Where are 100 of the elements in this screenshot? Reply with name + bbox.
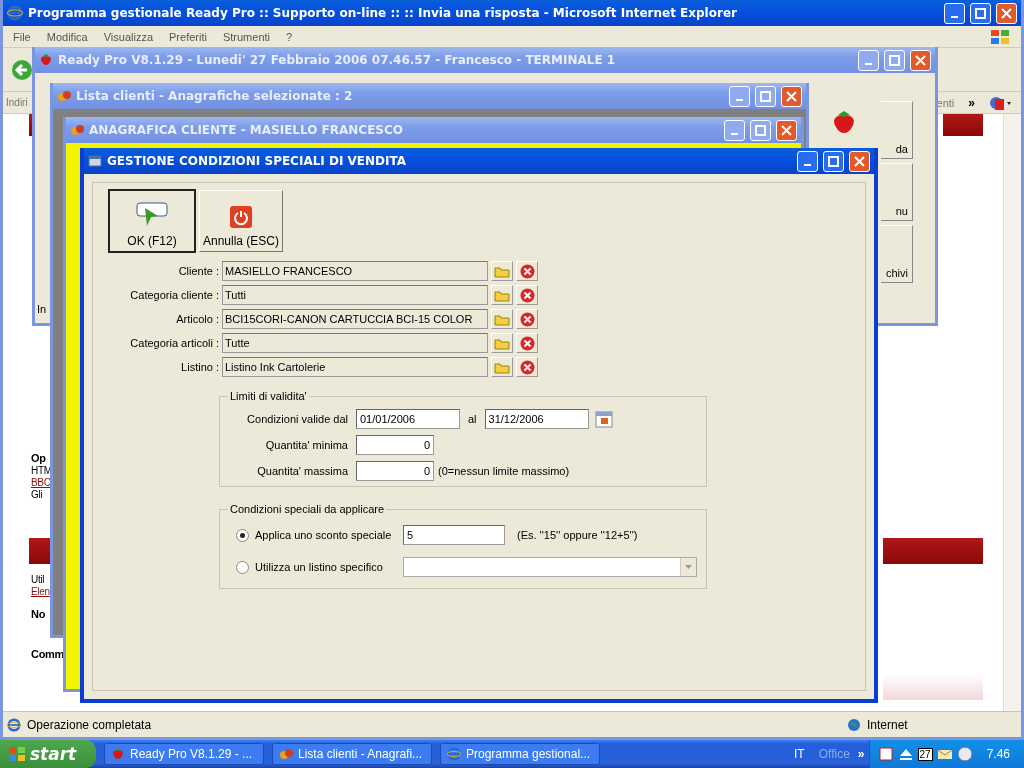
pdf-icon[interactable] [989,94,1013,111]
radio-button[interactable] [236,528,249,542]
minimize-button[interactable] [944,2,965,24]
toolbar-button[interactable]: nu [881,163,913,221]
page-text: Gli [31,489,43,500]
banner-bar [943,114,983,136]
menu-item[interactable]: File [13,30,31,43]
quantity-field[interactable]: 0 [356,461,434,481]
minimize-icon [731,133,738,135]
banner-bar [29,538,51,564]
read-only-field: Tutte [222,333,488,353]
window-title: GESTIONE CONDIZIONI SPECIALI DI VENDITA [107,154,408,168]
strawberry-icon [39,53,53,67]
close-button[interactable] [910,49,931,71]
close-button[interactable] [996,2,1017,24]
field-label: Condizioni valide dal [246,413,349,425]
close-button[interactable] [776,119,797,141]
app-icon [57,89,71,103]
browse-button[interactable] [491,309,513,329]
maximize-button[interactable] [823,150,844,172]
browse-button[interactable] [491,357,513,377]
minimize-icon [736,99,743,101]
read-only-field: Listino Ink Cartolerie [222,357,488,377]
clear-button[interactable] [516,333,538,353]
windows-logo-icon [8,746,26,762]
radio-button[interactable] [236,560,249,574]
toolbar-button[interactable]: chivi [881,225,913,283]
language-indicator[interactable]: IT [794,747,805,761]
page-heading: Comm [31,648,65,660]
date-field[interactable]: 31/12/2006 [484,409,589,429]
tray-icon[interactable] [956,746,973,762]
zone-text: Internet [867,717,909,732]
folder-icon [494,360,510,374]
taskbar-button[interactable]: Lista clienti - Anagrafi... [272,743,432,765]
maximize-icon [755,124,766,136]
globe-icon [847,717,861,732]
group-title: Limiti di validita' [229,390,308,402]
taskbar-button[interactable]: Programma gestional... [440,743,600,765]
menu-item[interactable]: ? [286,30,293,43]
cancel-button[interactable]: Annulla (ESC) [199,190,283,252]
browse-button[interactable] [491,261,513,281]
close-icon [781,124,792,136]
folder-icon [494,312,510,326]
menu-item[interactable]: Modifica [46,30,88,43]
app-icon [70,123,84,137]
read-only-field: Tutti [222,285,488,305]
hint-text: (Es. ''15'' oppure ''12+5'') [517,529,638,541]
discount-field[interactable]: 5 [403,525,505,545]
close-button[interactable] [781,85,802,107]
minimize-icon [865,63,872,65]
window-title: Lista clienti - Anagrafiche selezionate : 2 [76,89,354,103]
price-list-dropdown[interactable] [403,557,697,577]
group-title: Condizioni speciali da applicare [229,503,386,515]
browse-button[interactable] [491,333,513,353]
ok-cursor-icon [136,202,168,228]
window-title: ANAGRAFICA CLIENTE - MASIELLO FRANCESCO [89,123,404,137]
clear-button[interactable] [516,261,538,281]
menu-item[interactable]: Visualizza [103,30,154,43]
back-icon[interactable] [11,58,33,81]
address-label: Indiri [6,97,28,108]
read-only-field: MASIELLO FRANCESCO [222,261,488,281]
page-link[interactable]: Elen [31,586,50,597]
clear-button[interactable] [516,357,538,377]
status-text: Operazione completata [27,717,152,732]
browse-button[interactable] [491,285,513,305]
field-label: al [468,413,477,425]
taskbar-button[interactable]: Ready Pro V8.1.29 - ... [104,743,264,765]
scrollbar[interactable] [1003,114,1021,711]
quantity-field[interactable]: 0 [356,435,434,455]
toolbar-button[interactable]: da [881,101,913,159]
ok-button[interactable]: OK (F12) [109,190,195,252]
maximize-button[interactable] [970,2,991,24]
maximize-icon [760,90,771,102]
window-title: Programma gestionale Ready Pro :: Supporto on-line :: :: Invia una risposta - Microsoft Internet Explorer [28,6,738,20]
minimize-icon [804,164,811,166]
calendar-icon[interactable] [594,410,613,428]
chevron-button[interactable]: » [968,95,975,110]
chevron-button[interactable]: » [857,747,865,761]
page-link[interactable]: BBC [31,477,51,488]
mail-icon[interactable] [936,747,953,761]
page-heading: Op [31,452,46,464]
clear-button[interactable] [516,309,538,329]
field-label: Quantita' massima [256,465,349,477]
windows-logo-icon [989,27,1011,46]
field-label: Cliente : [177,265,220,277]
menu-item[interactable]: Strumenti [222,30,270,43]
window-title: Ready Pro V8.1.29 - Lunedi' 27 Febbraio 2006 07.46.57 - Francesco - TERMINALE 1 [58,53,617,67]
delete-icon [519,335,535,351]
notification-icon[interactable] [877,746,894,762]
clear-button[interactable] [516,285,538,305]
date-field[interactable]: 01/01/2006 [356,409,460,429]
field-label: Categoria cliente : [129,289,220,301]
menu-item[interactable]: Preferiti [169,30,207,43]
hint-text: (0=nessun limite massimo) [438,465,570,477]
calendar-day[interactable]: 27 [917,747,933,761]
maximize-icon [889,54,900,66]
dropdown-arrow-icon [685,565,692,569]
minimize-button[interactable] [797,150,818,172]
window-icon [88,155,102,167]
close-button[interactable] [849,150,870,172]
